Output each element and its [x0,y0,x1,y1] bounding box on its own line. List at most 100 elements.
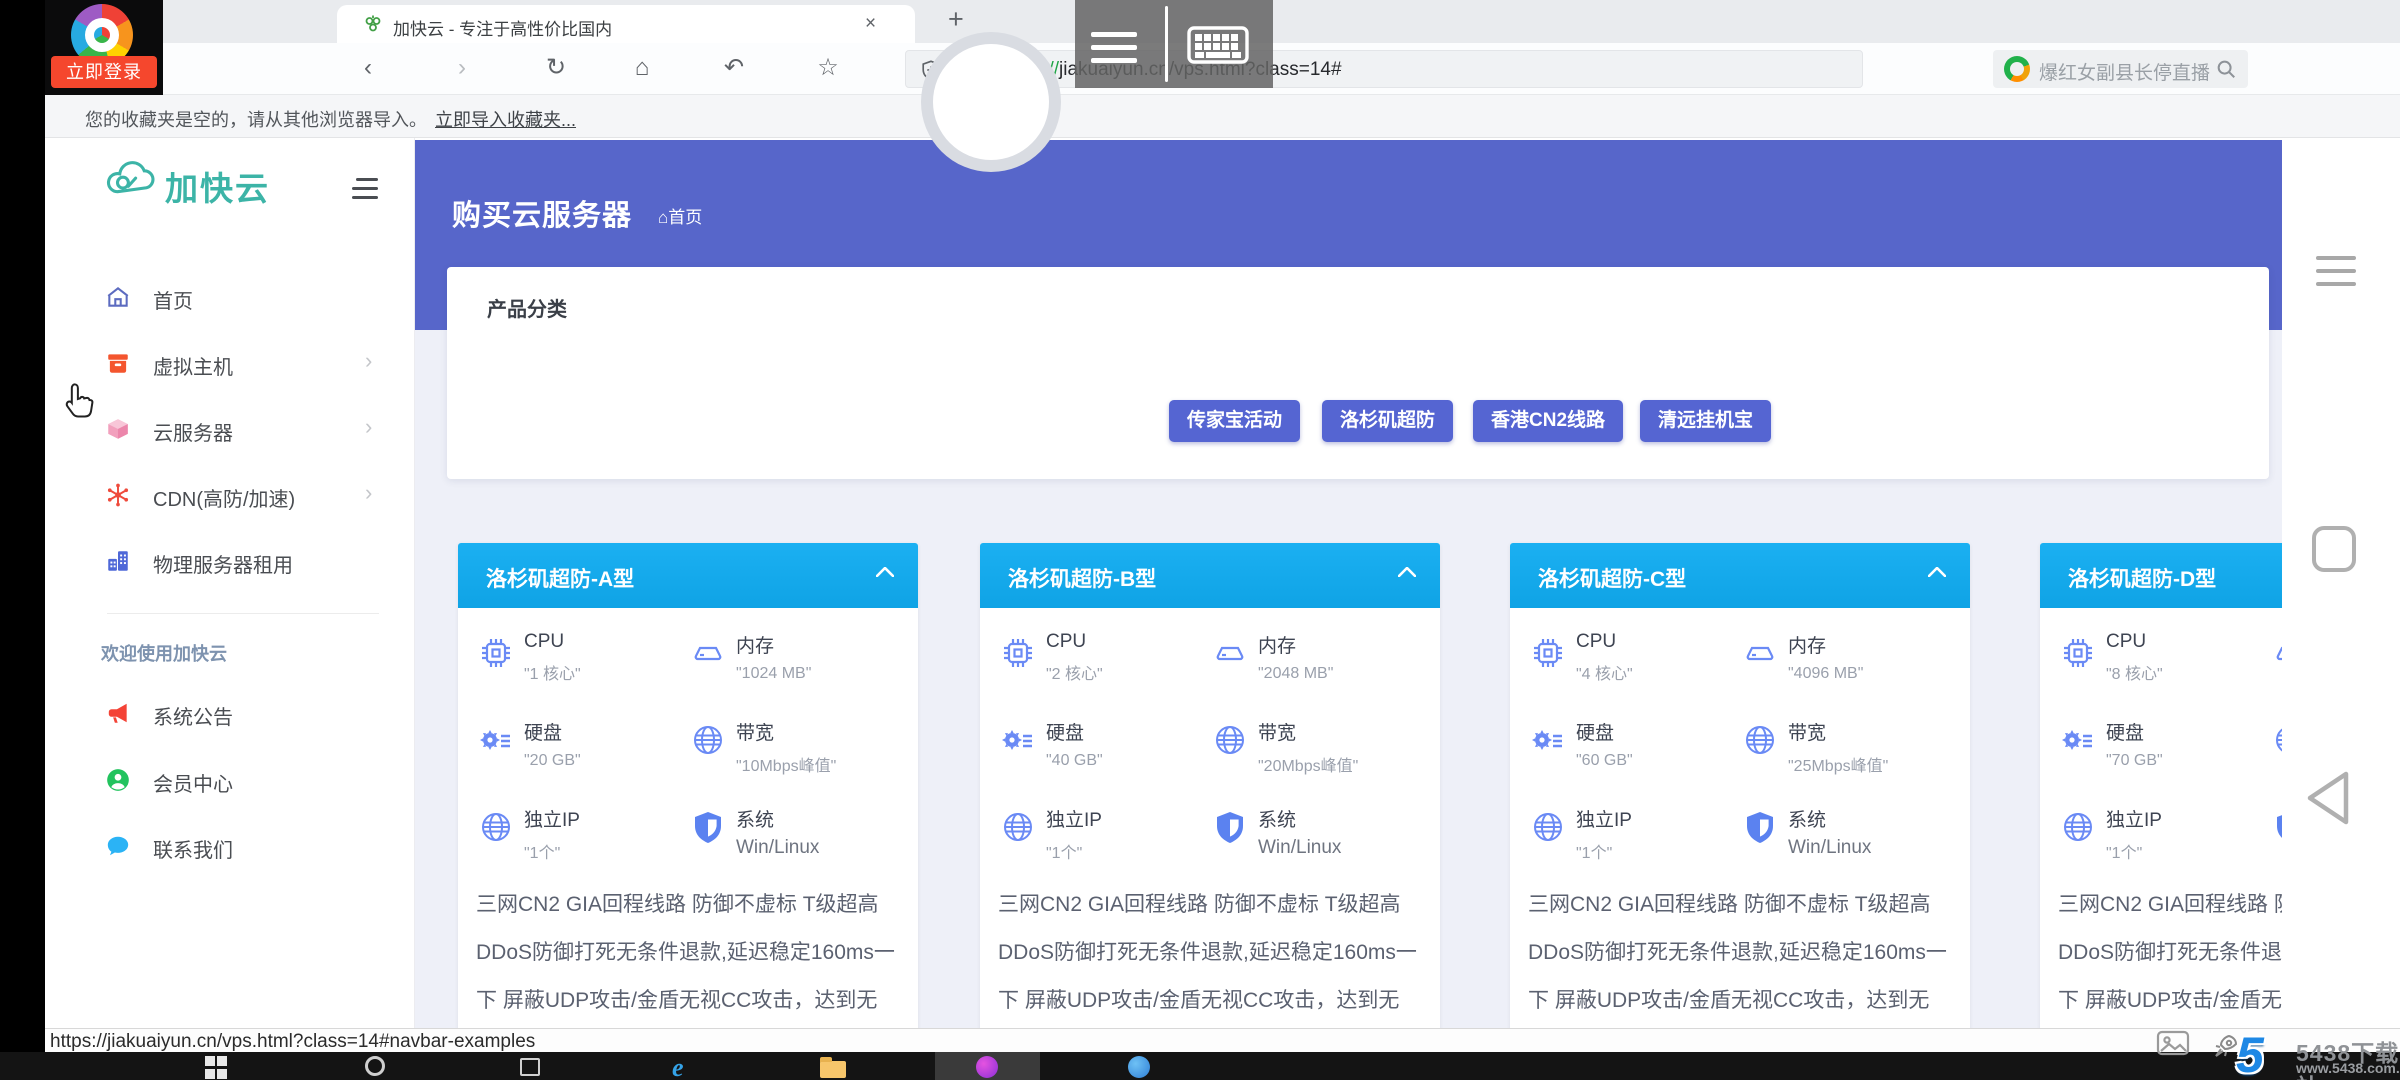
login-button[interactable]: 立即登录 [51,56,157,88]
site-sidebar: 加快云 首页 虚拟主机 › 云服务器 › CDN(高防/加速) › 物理服务器租… [77,138,415,1030]
vm-overlay-panel [1075,0,1273,88]
product-card: 洛杉矶超防-A型 CPU"1 核心" 内存"1024 MB" 硬盘"20 GB"… [458,543,918,1030]
vm-menu-icon[interactable] [1091,32,1137,71]
undo-icon[interactable]: ↶ [716,43,752,95]
spec-disk: 硬盘"60 GB" [1530,718,1740,790]
spec-disk: 硬盘"70 GB" [2060,718,2270,790]
browser-logo-block: 立即登录 [45,0,163,95]
status-bar: https://jiakuaiyun.cn/vps.html?class=14#… [45,1028,2400,1052]
spec-bandwidth: 带宽"25Mbps峰值" [1742,718,1952,790]
home-icon[interactable]: ⌂ [624,43,660,95]
spec-ram: 内存"2048 MB" [1212,631,1422,703]
product-description: 三网CN2 GIA回程线路 防御不虚标 T级超高DDoS防御打死无条件退款,延迟… [1528,881,1956,1030]
shield-icon [1742,809,1778,845]
spec-os: 系统Win/Linux [1742,805,1952,877]
page-main: 购买云服务器 ⌂首页 产品分类 传家宝活动 洛杉矶超防 香港CN2线路 清远挂机… [415,140,2282,1030]
shield-icon [690,809,726,845]
image-preview-icon[interactable] [2156,1030,2190,1056]
globe-icon [2060,809,2096,845]
vm-panel-divider [1165,6,1168,82]
task-view-icon[interactable] [520,1056,544,1080]
category-button-hk-cn2[interactable]: 香港CN2线路 [1473,400,1623,442]
app-icon-blue[interactable] [1128,1056,1152,1080]
tab-favicon-icon [363,14,383,34]
sidebar-item-virtual-host[interactable]: 虚拟主机 › [77,348,415,382]
product-card-header[interactable]: 洛杉矶超防-D型 [2040,543,2282,608]
ram-icon [1742,635,1778,671]
breadcrumb[interactable]: ⌂首页 [658,203,702,228]
sidebar-item-cloud-server[interactable]: 云服务器 › [77,414,415,448]
product-card-header[interactable]: 洛杉矶超防-C型 [1510,543,1970,608]
site-logo-cloud-icon [103,158,161,200]
reload-icon[interactable]: ↻ [538,43,574,95]
category-button-la-defense[interactable]: 洛杉矶超防 [1322,400,1453,442]
product-description: 三网CN2 GIA回程线路 防御不虚标 T级超高DDoS防御打死无条件退款,延迟… [2058,881,2282,1030]
search-box[interactable]: 爆红女副县长停直播 [1993,50,2248,88]
search-query[interactable]: 爆红女副县长停直播 [2039,58,2210,85]
building-icon [105,548,131,574]
spec-bandwidth [2272,718,2282,790]
sidebar-item-physical-server[interactable]: 物理服务器租用 [77,546,415,580]
spec-ram: 内存"1024 MB" [690,631,900,703]
vm-cube-logo-icon [959,70,1023,134]
disk-gear-icon [2060,722,2096,758]
spec-bandwidth: 带宽"20Mbps峰值" [1212,718,1422,790]
android-back-icon[interactable] [2302,768,2354,828]
browser-tab[interactable]: 加快云 - 专注于高性价比国内 × [337,5,915,43]
sidebar-item-announcements[interactable]: 系统公告 [77,698,415,732]
spec-ip: 独立IP"1个" [1000,805,1210,877]
app-icon-purple[interactable] [976,1056,1000,1080]
sidebar-item-contact-us[interactable]: 联系我们 [77,831,415,865]
vm-float-button[interactable] [921,32,1061,172]
collapse-icon[interactable] [1398,567,1416,577]
search-icon[interactable] [2215,58,2237,80]
bookmark-bar: 您的收藏夹是空的，请从其他浏览器导入。立即导入收藏夹... [45,95,2400,138]
spec-ram [2272,631,2282,703]
site-logo-text[interactable]: 加快云 [165,162,270,210]
sidebar-toggle-icon[interactable] [352,178,378,205]
search-engine-logo-icon [2004,56,2030,82]
disk-gear-icon [478,722,514,758]
spec-cpu: CPU"2 核心" [1000,631,1210,703]
category-button-qingyuan[interactable]: 清远挂机宝 [1640,400,1771,442]
watermark-digit: 5 [2236,1026,2264,1080]
product-card-header[interactable]: 洛杉矶超防-B型 [980,543,1440,608]
file-explorer-icon[interactable] [820,1056,844,1080]
back-icon[interactable]: ‹ [350,43,386,95]
cpu-icon [1530,635,1566,671]
collapse-icon[interactable] [876,567,894,577]
mouse-cursor-icon [62,382,96,424]
globe-icon [1530,809,1566,845]
product-description: 三网CN2 GIA回程线路 防御不虚标 T级超高DDoS防御打死无条件退款,延迟… [476,881,904,1030]
android-home-icon[interactable] [2312,526,2356,572]
spec-os: 系统Win/Linux [690,805,900,877]
new-tab-button[interactable]: + [948,4,964,35]
sidebar-item-home[interactable]: 首页 [77,282,415,316]
sidebar-item-cdn[interactable]: CDN(高防/加速) › [77,480,415,514]
android-menu-icon[interactable] [2316,256,2356,295]
chevron-right-icon: › [365,414,372,440]
forward-icon[interactable]: › [444,43,480,95]
globe-icon [1000,809,1036,845]
cpu-icon [2060,635,2096,671]
spec-cpu: CPU"8 核心" [2060,631,2270,703]
spec-ram: 内存"4096 MB" [1742,631,1952,703]
disk-gear-icon [1000,722,1036,758]
taskbar: e [0,1052,2400,1080]
tab-close-icon[interactable]: × [865,13,876,35]
product-card-header[interactable]: 洛杉矶超防-A型 [458,543,918,608]
collapse-icon[interactable] [1928,567,1946,577]
category-button-heirloom[interactable]: 传家宝活动 [1169,400,1300,442]
taskbar-search-icon[interactable] [365,1056,389,1080]
product-name: 洛杉矶超防-B型 [1008,563,1156,593]
shield-icon [2272,809,2282,845]
ie-browser-icon[interactable]: e [672,1056,696,1080]
page-title: 购买云服务器 [452,192,632,234]
sidebar-item-member-center[interactable]: 会员中心 [77,765,415,799]
tab-title: 加快云 - 专注于高性价比国内 [393,15,853,40]
bookmark-star-icon[interactable]: ☆ [810,43,846,95]
import-bookmarks-link[interactable]: 立即导入收藏夹... [435,110,576,130]
vm-keyboard-icon[interactable] [1187,26,1249,64]
megaphone-icon [105,700,131,726]
start-button-icon[interactable] [205,1056,229,1080]
